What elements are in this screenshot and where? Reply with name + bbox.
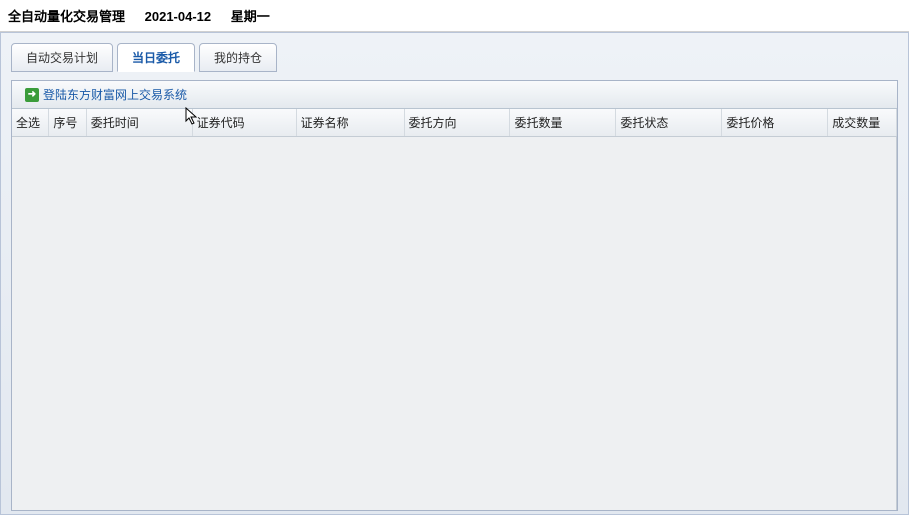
tab-my-positions[interactable]: 我的持仓 bbox=[199, 43, 277, 72]
current-weekday: 星期一 bbox=[231, 9, 270, 24]
th-order-status[interactable]: 委托状态 bbox=[616, 109, 722, 136]
th-stock-code[interactable]: 证券代码 bbox=[193, 109, 297, 136]
app-title: 全自动量化交易管理 bbox=[8, 9, 125, 24]
orders-table-body bbox=[12, 137, 897, 511]
th-order-direction[interactable]: 委托方向 bbox=[405, 109, 511, 136]
th-seq[interactable]: 序号 bbox=[49, 109, 86, 136]
th-order-qty[interactable]: 委托数量 bbox=[510, 109, 616, 136]
current-date: 2021-04-12 bbox=[145, 9, 212, 24]
login-label: 登陆东方财富网上交易系统 bbox=[43, 86, 187, 103]
main-panel: 自动交易计划 当日委托 我的持仓 ➜ 登陆东方财富网上交易系统 全选 序号 委托… bbox=[0, 32, 909, 515]
tab-today-orders[interactable]: 当日委托 bbox=[117, 43, 195, 72]
th-deal-qty[interactable]: 成交数量 bbox=[828, 109, 897, 136]
tabs-row: 自动交易计划 当日委托 我的持仓 bbox=[11, 43, 898, 72]
content-box: ➜ 登陆东方财富网上交易系统 全选 序号 委托时间 证券代码 证券名称 委托方向… bbox=[11, 80, 898, 511]
th-stock-name[interactable]: 证券名称 bbox=[297, 109, 405, 136]
orders-table-header: 全选 序号 委托时间 证券代码 证券名称 委托方向 委托数量 委托状态 委托价格… bbox=[12, 109, 897, 137]
tab-auto-plan[interactable]: 自动交易计划 bbox=[11, 43, 113, 72]
th-order-time[interactable]: 委托时间 bbox=[87, 109, 193, 136]
toolbar: ➜ 登陆东方财富网上交易系统 bbox=[12, 81, 897, 109]
login-trading-button[interactable]: ➜ 登陆东方财富网上交易系统 bbox=[17, 84, 195, 105]
title-bar: 全自动量化交易管理 2021-04-12 星期一 bbox=[0, 0, 909, 32]
th-select-all[interactable]: 全选 bbox=[12, 109, 49, 136]
login-icon: ➜ bbox=[25, 88, 39, 102]
th-order-price[interactable]: 委托价格 bbox=[722, 109, 828, 136]
